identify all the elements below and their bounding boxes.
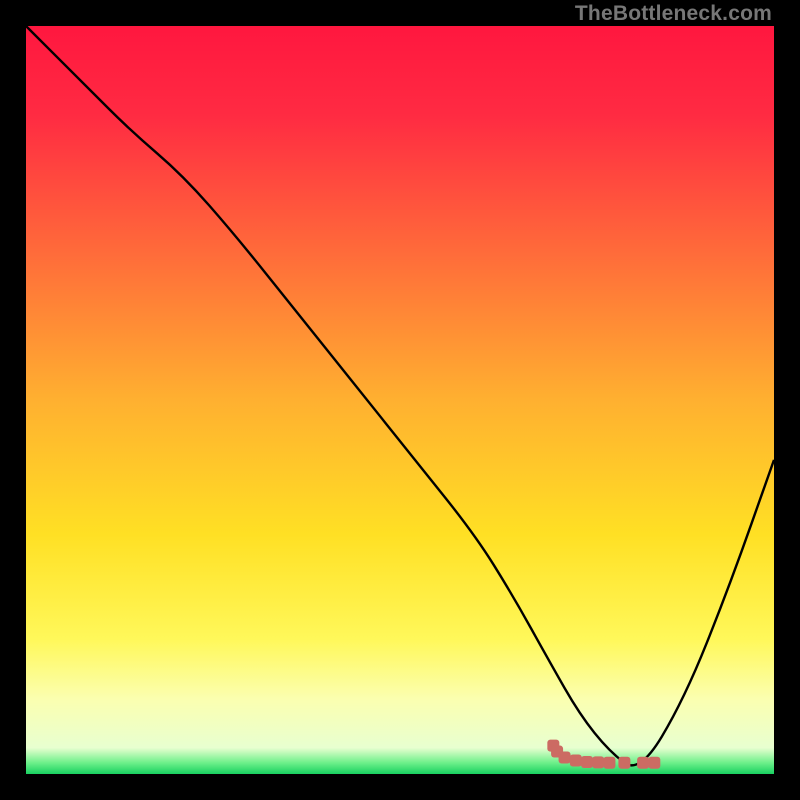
marker-point	[592, 756, 604, 768]
marker-point	[581, 756, 593, 768]
plot-frame	[26, 26, 774, 774]
marker-point	[648, 757, 660, 769]
marker-point	[570, 755, 582, 767]
marker-point	[618, 757, 630, 769]
watermark-label: TheBottleneck.com	[575, 2, 772, 26]
marker-point	[603, 757, 615, 769]
plot-svg	[26, 26, 774, 774]
marker-point	[559, 752, 571, 764]
marker-point	[637, 757, 649, 769]
